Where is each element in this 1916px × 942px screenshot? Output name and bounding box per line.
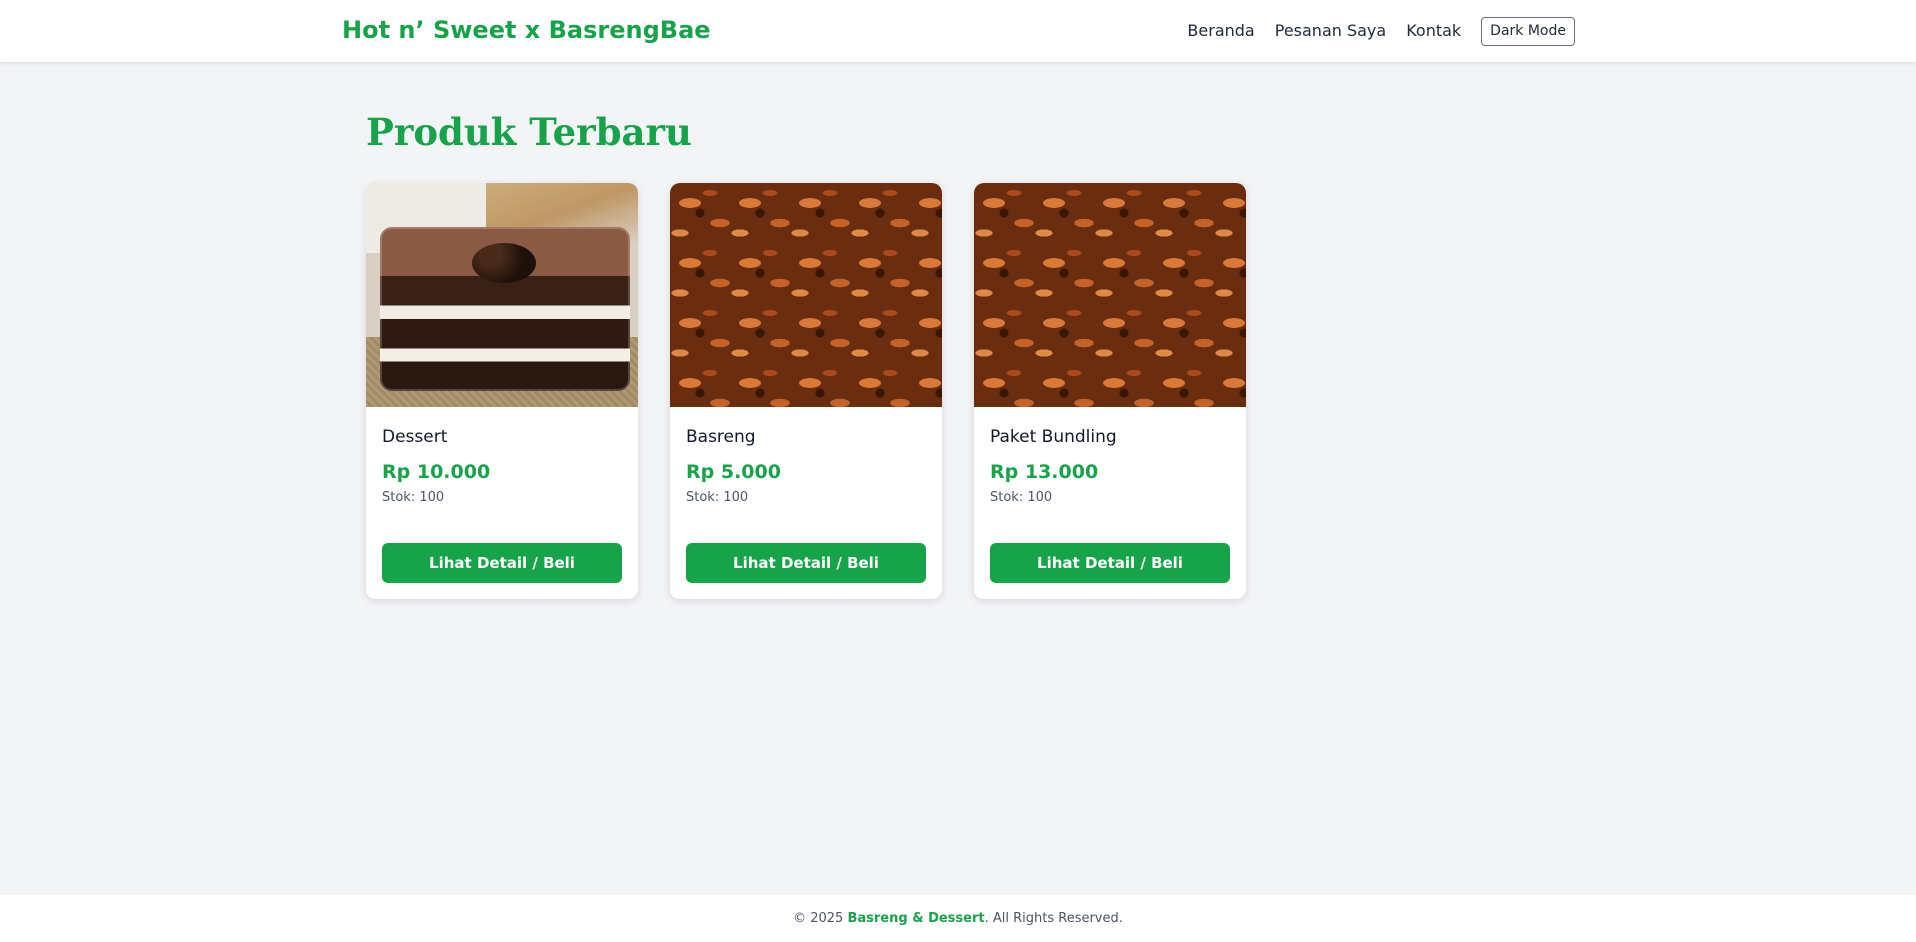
product-price: Rp 13.000: [990, 461, 1099, 483]
product-image-basreng[interactable]: [670, 183, 942, 407]
nav-link-beranda[interactable]: Beranda: [1187, 16, 1254, 46]
product-name: Dessert: [382, 427, 448, 447]
product-price: Rp 10.000: [382, 461, 491, 483]
view-detail-buy-button[interactable]: Lihat Detail / Beli: [686, 543, 926, 583]
product-card-body: Paket Bundling Rp 13.000 Stok: 100: [974, 407, 1246, 507]
footer: © 2025 Basreng & Dessert. All Rights Res…: [0, 895, 1916, 942]
product-name: Basreng: [686, 427, 756, 447]
footer-rights: . All Rights Reserved.: [984, 911, 1123, 926]
nav-link-kontak[interactable]: Kontak: [1406, 16, 1461, 46]
product-image-dessert[interactable]: [366, 183, 638, 407]
navbar: Hot n’ Sweet x BasrengBae Beranda Pesana…: [0, 0, 1916, 62]
product-stock: Stok: 100: [990, 490, 1053, 505]
dark-mode-button[interactable]: Dark Mode: [1481, 16, 1575, 46]
nav-link-pesanan-saya[interactable]: Pesanan Saya: [1275, 16, 1386, 46]
view-detail-buy-button[interactable]: Lihat Detail / Beli: [382, 543, 622, 583]
footer-brand: Basreng & Dessert: [847, 911, 985, 926]
nav-links: Beranda Pesanan Saya Kontak Dark Mode: [1187, 16, 1575, 46]
page-title: Produk Terbaru: [366, 110, 692, 154]
product-card-body: Dessert Rp 10.000 Stok: 100: [366, 407, 638, 507]
product-grid: Dessert Rp 10.000 Stok: 100 Lihat Detail…: [366, 183, 1246, 599]
product-card-dessert: Dessert Rp 10.000 Stok: 100 Lihat Detail…: [366, 183, 638, 599]
view-detail-buy-button[interactable]: Lihat Detail / Beli: [990, 543, 1230, 583]
product-name: Paket Bundling: [990, 427, 1117, 447]
image-chocolate-balls: [472, 243, 536, 283]
product-card-paket-bundling: Paket Bundling Rp 13.000 Stok: 100 Lihat…: [974, 183, 1246, 599]
product-card-basreng: Basreng Rp 5.000 Stok: 100 Lihat Detail …: [670, 183, 942, 599]
product-price: Rp 5.000: [686, 461, 781, 483]
product-stock: Stok: 100: [382, 490, 445, 505]
product-stock: Stok: 100: [686, 490, 749, 505]
brand-logo-text[interactable]: Hot n’ Sweet x BasrengBae: [342, 16, 711, 44]
product-card-body: Basreng Rp 5.000 Stok: 100: [670, 407, 942, 507]
footer-copyright: © 2025: [793, 911, 844, 926]
product-image-paket-bundling[interactable]: [974, 183, 1246, 407]
